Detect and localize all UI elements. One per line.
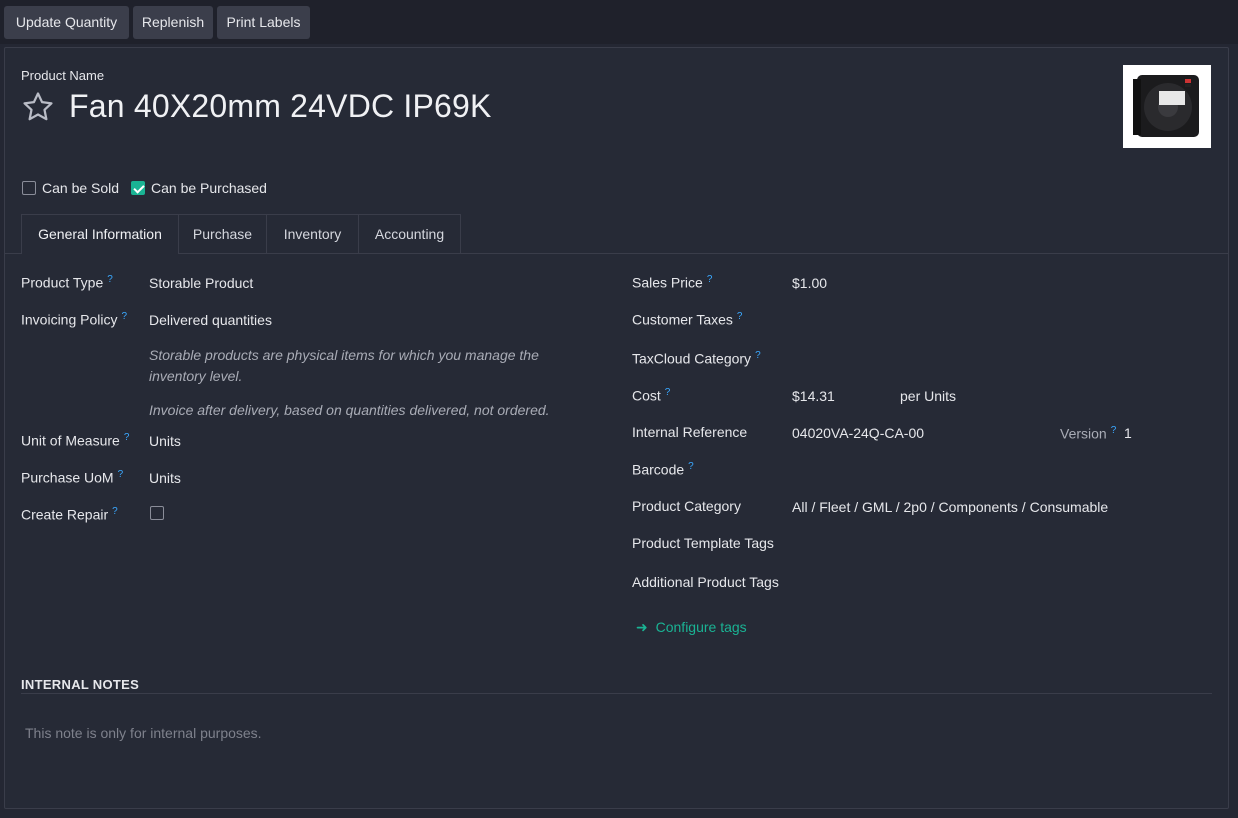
internal-notes-title: INTERNAL NOTES (21, 677, 140, 692)
product-category-field[interactable]: All / Fleet / GML / 2p0 / Components / C… (792, 499, 1108, 515)
help-marker-icon[interactable]: ? (1111, 425, 1117, 436)
cost-unit-text: per Units (900, 388, 957, 404)
tab-inventory[interactable]: Inventory (266, 214, 359, 253)
purchase-uom-label: Purchase UoM? (21, 469, 124, 486)
star-icon[interactable] (21, 90, 55, 124)
unit-of-measure-label: Unit of Measure? (21, 432, 130, 449)
sales-price-field[interactable]: $1.00 (792, 275, 827, 291)
product-type-select[interactable]: Storable Product (149, 275, 253, 291)
can-be-purchased-label[interactable]: Can be Purchased (151, 180, 267, 196)
help-marker-icon[interactable]: ? (107, 274, 113, 285)
can-be-sold-label[interactable]: Can be Sold (42, 180, 119, 196)
replenish-button[interactable]: Replenish (133, 6, 213, 39)
help-marker-icon[interactable]: ? (112, 506, 118, 517)
purchase-uom-field[interactable]: Units (149, 470, 181, 486)
can-be-sold-checkbox[interactable] (22, 181, 36, 195)
invoice-help-text: Invoice after delivery, based on quantit… (149, 402, 550, 418)
product-name[interactable]: Fan 40X20mm 24VDC IP69K (69, 88, 492, 125)
control-panel: Update Quantity Replenish Print Labels (0, 0, 1238, 44)
product-form-sheet: Product Name Fan 40X20mm 24VDC IP69K Can… (4, 47, 1229, 809)
create-repair-label: Create Repair? (21, 506, 118, 523)
cost-field[interactable]: $14.31 (792, 388, 835, 404)
help-marker-icon[interactable]: ? (122, 311, 128, 322)
barcode-label: Barcode? (632, 461, 694, 478)
internal-notes-field[interactable]: This note is only for internal purposes. (25, 725, 262, 741)
arrow-right-icon: ➜ (636, 619, 648, 635)
can-be-purchased-checkbox[interactable] (131, 181, 145, 195)
help-marker-icon[interactable]: ? (688, 461, 694, 472)
tab-general-information[interactable]: General Information (21, 214, 179, 254)
taxcloud-category-label: TaxCloud Category? (632, 350, 761, 367)
help-marker-icon[interactable]: ? (755, 350, 761, 361)
internal-reference-field[interactable]: 04020VA-24Q-CA-00 (792, 425, 924, 441)
tabs-divider (5, 253, 1228, 254)
product-image[interactable] (1123, 65, 1211, 148)
product-category-label: Product Category (632, 498, 741, 514)
additional-product-tags-label: Additional Product Tags (632, 574, 779, 590)
create-repair-checkbox[interactable] (150, 506, 164, 520)
tab-purchase[interactable]: Purchase (178, 214, 267, 253)
version-field[interactable]: 1 (1124, 425, 1132, 441)
update-quantity-button[interactable]: Update Quantity (4, 6, 129, 39)
sales-price-label: Sales Price? (632, 274, 713, 291)
print-labels-button[interactable]: Print Labels (217, 6, 310, 39)
notes-divider (21, 693, 1212, 694)
configure-tags-link[interactable]: ➜ Configure tags (636, 619, 747, 636)
invoicing-policy-label: Invoicing Policy? (21, 311, 128, 328)
product-fan-image-icon (1133, 75, 1199, 137)
tab-accounting[interactable]: Accounting (358, 214, 461, 253)
help-marker-icon[interactable]: ? (124, 432, 130, 443)
product-name-label: Product Name (21, 68, 105, 83)
internal-reference-label: Internal Reference (632, 424, 748, 440)
cost-label: Cost? (632, 387, 671, 404)
storable-help-text: Storable products are physical items for… (149, 347, 539, 384)
customer-taxes-label: Customer Taxes? (632, 311, 743, 328)
help-marker-icon[interactable]: ? (118, 469, 124, 480)
help-marker-icon[interactable]: ? (707, 274, 713, 285)
unit-of-measure-field[interactable]: Units (149, 433, 181, 449)
help-marker-icon[interactable]: ? (737, 311, 743, 322)
help-marker-icon[interactable]: ? (665, 387, 671, 398)
product-type-label: Product Type? (21, 274, 113, 291)
product-template-tags-label: Product Template Tags (632, 535, 774, 551)
version-label: Version? (1060, 425, 1117, 442)
invoicing-policy-select[interactable]: Delivered quantities (149, 312, 272, 328)
